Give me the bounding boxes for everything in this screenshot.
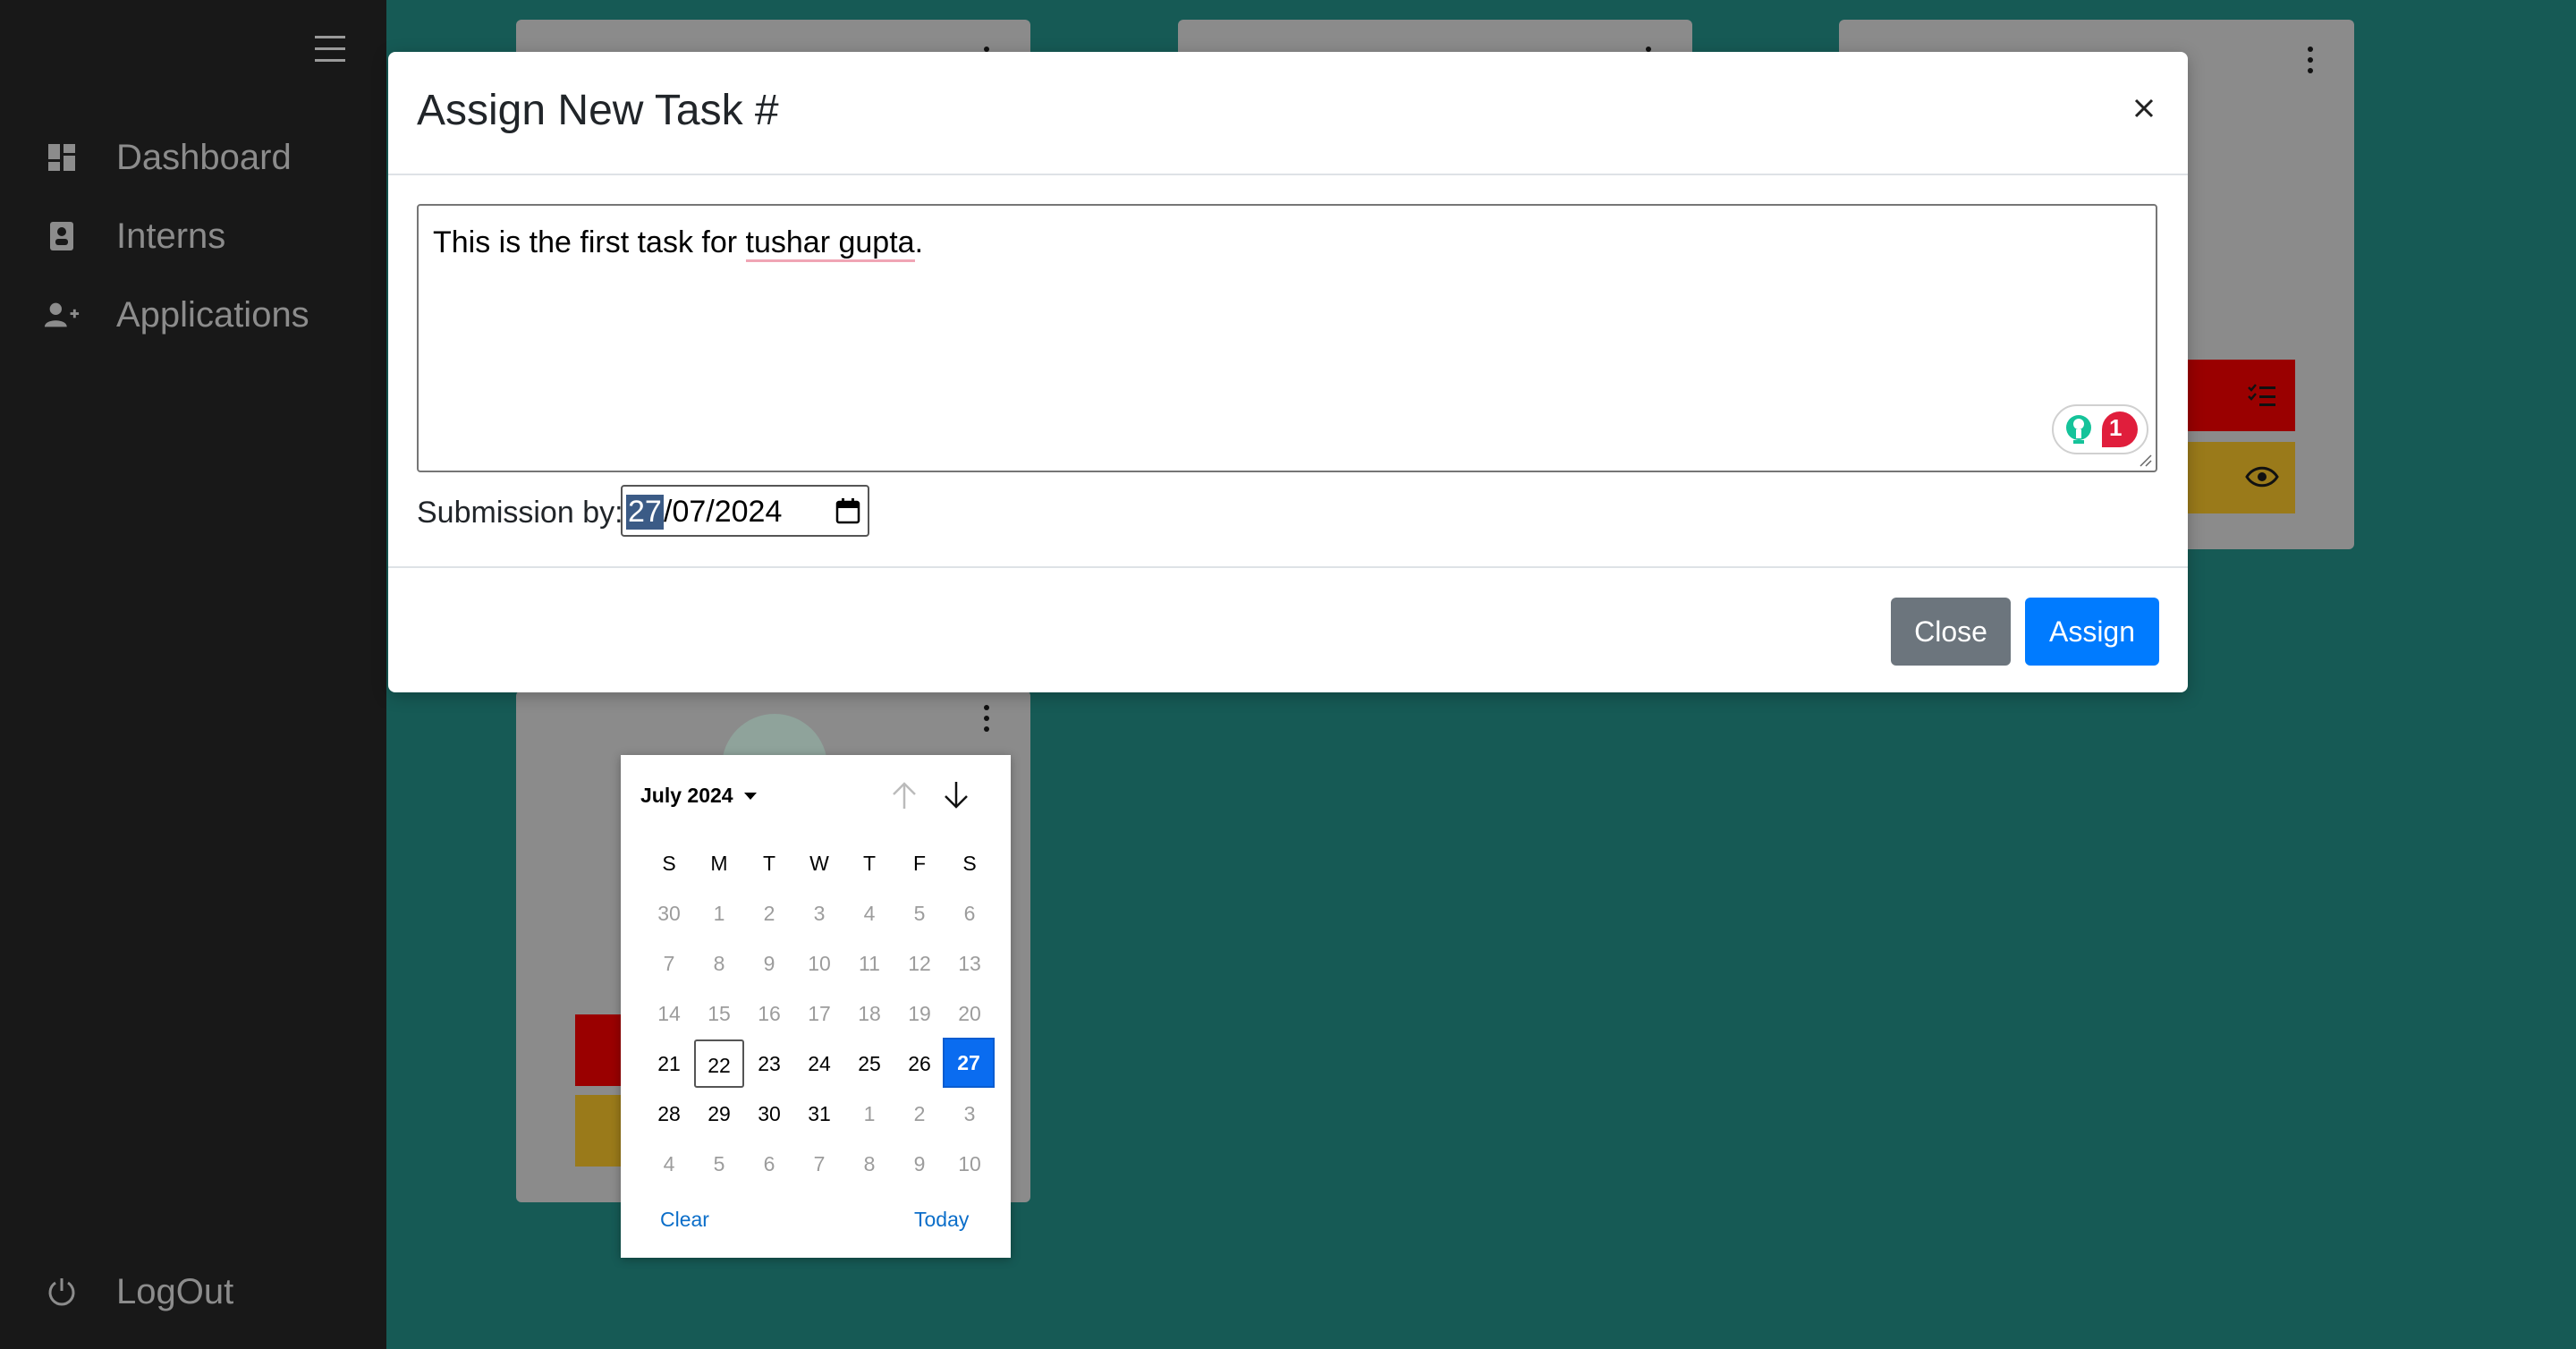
calendar-day-disabled: 16: [758, 1002, 781, 1025]
calendar-day[interactable]: 29: [694, 1090, 744, 1138]
calendar-day-disabled: 5: [913, 902, 926, 925]
calendar-day-disabled: 10: [808, 952, 831, 975]
calendar-day[interactable]: 21: [644, 1039, 694, 1088]
calendar-day-outside[interactable]: 8: [844, 1140, 894, 1188]
next-month-arrow-icon[interactable]: [943, 780, 970, 810]
modal-header: Assign New Task #: [388, 52, 2188, 175]
task-text-part: This is the first task for: [433, 225, 746, 259]
submission-label: Submission by:: [417, 496, 623, 530]
calendar-day-disabled: 4: [863, 902, 876, 925]
assign-task-modal: Assign New Task # This is the first task…: [388, 52, 2188, 692]
calendar-icon[interactable]: [835, 497, 860, 524]
grammarly-widget[interactable]: 1: [2052, 404, 2148, 454]
previous-month-arrow-icon[interactable]: [891, 780, 918, 810]
task-description-text: This is the first task for tushar gupta.: [433, 225, 924, 262]
date-day-segment: 27: [626, 495, 664, 530]
month-year-selector[interactable]: July 2024: [640, 784, 733, 808]
calendar-day-disabled: 7: [663, 952, 675, 975]
calendar-day-disabled: 8: [713, 952, 725, 975]
calendar-day-disabled: 9: [763, 952, 775, 975]
spelling-flagged-text: tushar gupta: [745, 225, 915, 262]
close-button[interactable]: Close: [1891, 598, 2011, 666]
calendar-day-disabled: 11: [859, 952, 880, 975]
assign-button[interactable]: Assign: [2025, 598, 2159, 666]
modal-title: Assign New Task #: [417, 87, 779, 134]
calendar-day[interactable]: 23: [744, 1039, 794, 1088]
calendar-day[interactable]: 26: [894, 1039, 945, 1088]
calendar-day[interactable]: 28: [644, 1090, 694, 1138]
modal-footer: [388, 566, 2188, 568]
calendar-day-selected[interactable]: 27: [943, 1038, 995, 1088]
calendar-day-outside[interactable]: 5: [694, 1140, 744, 1188]
calendar-day-outside[interactable]: 6: [744, 1140, 794, 1188]
resize-handle-icon[interactable]: [2138, 453, 2152, 467]
calendar-day-disabled: 14: [657, 1002, 681, 1025]
weekday-header: S: [662, 852, 676, 875]
calendar-day-disabled: 13: [958, 952, 981, 975]
calendar-day-outside[interactable]: 7: [794, 1140, 844, 1188]
calendar-day-disabled: 20: [958, 1002, 981, 1025]
calendar-day-today[interactable]: 22: [694, 1039, 744, 1088]
calendar-clear-button[interactable]: Clear: [660, 1208, 709, 1232]
calendar-day-outside[interactable]: 2: [894, 1090, 945, 1138]
calendar-today-button[interactable]: Today: [914, 1208, 969, 1232]
calendar-day-outside[interactable]: 3: [945, 1090, 995, 1138]
calendar-day-disabled: 19: [908, 1002, 931, 1025]
weekday-header: T: [762, 852, 776, 875]
calendar-day-disabled: 6: [963, 902, 976, 925]
calendar-day-disabled: 3: [813, 902, 826, 925]
calendar-day-disabled: 17: [808, 1002, 831, 1025]
calendar-day[interactable]: 24: [794, 1039, 844, 1088]
weekday-header: W: [809, 852, 829, 875]
date-picker-popup: July 2024 S M T W T F S 30 1 2 3 4 5 6 7…: [621, 755, 1011, 1258]
calendar-day-disabled: 2: [763, 902, 775, 925]
calendar-day-disabled: 15: [708, 1002, 731, 1025]
calendar-day-outside[interactable]: 1: [844, 1090, 894, 1138]
submission-date-input[interactable]: 27 /07/2024: [621, 485, 869, 537]
grammarly-count: 1: [2109, 414, 2123, 441]
calendar-day-disabled: 18: [858, 1002, 881, 1025]
calendar-day[interactable]: 30: [744, 1090, 794, 1138]
calendar-day-outside[interactable]: 4: [644, 1140, 694, 1188]
close-icon[interactable]: [2129, 93, 2159, 123]
calendar-day-outside[interactable]: 30: [644, 889, 694, 938]
calendar-day-disabled: 1: [713, 902, 725, 925]
calendar-day-outside[interactable]: 9: [894, 1140, 945, 1188]
calendar-day-disabled: 12: [908, 952, 931, 975]
calendar-day-outside[interactable]: 10: [945, 1140, 995, 1188]
calendar-day[interactable]: 25: [844, 1039, 894, 1088]
weekday-header: T: [862, 852, 877, 875]
app-root: Dashboard Interns Applications LogOut As…: [0, 0, 2576, 1349]
task-text-part: .: [914, 225, 924, 259]
task-description-textarea[interactable]: This is the first task for tushar gupta.…: [417, 204, 2157, 472]
calendar-day[interactable]: 31: [794, 1090, 844, 1138]
caret-down-icon[interactable]: [744, 793, 757, 800]
weekday-header: F: [912, 852, 927, 875]
weekday-header: S: [962, 852, 977, 875]
date-value: /07/2024: [664, 495, 783, 529]
weekday-header: M: [710, 852, 728, 875]
